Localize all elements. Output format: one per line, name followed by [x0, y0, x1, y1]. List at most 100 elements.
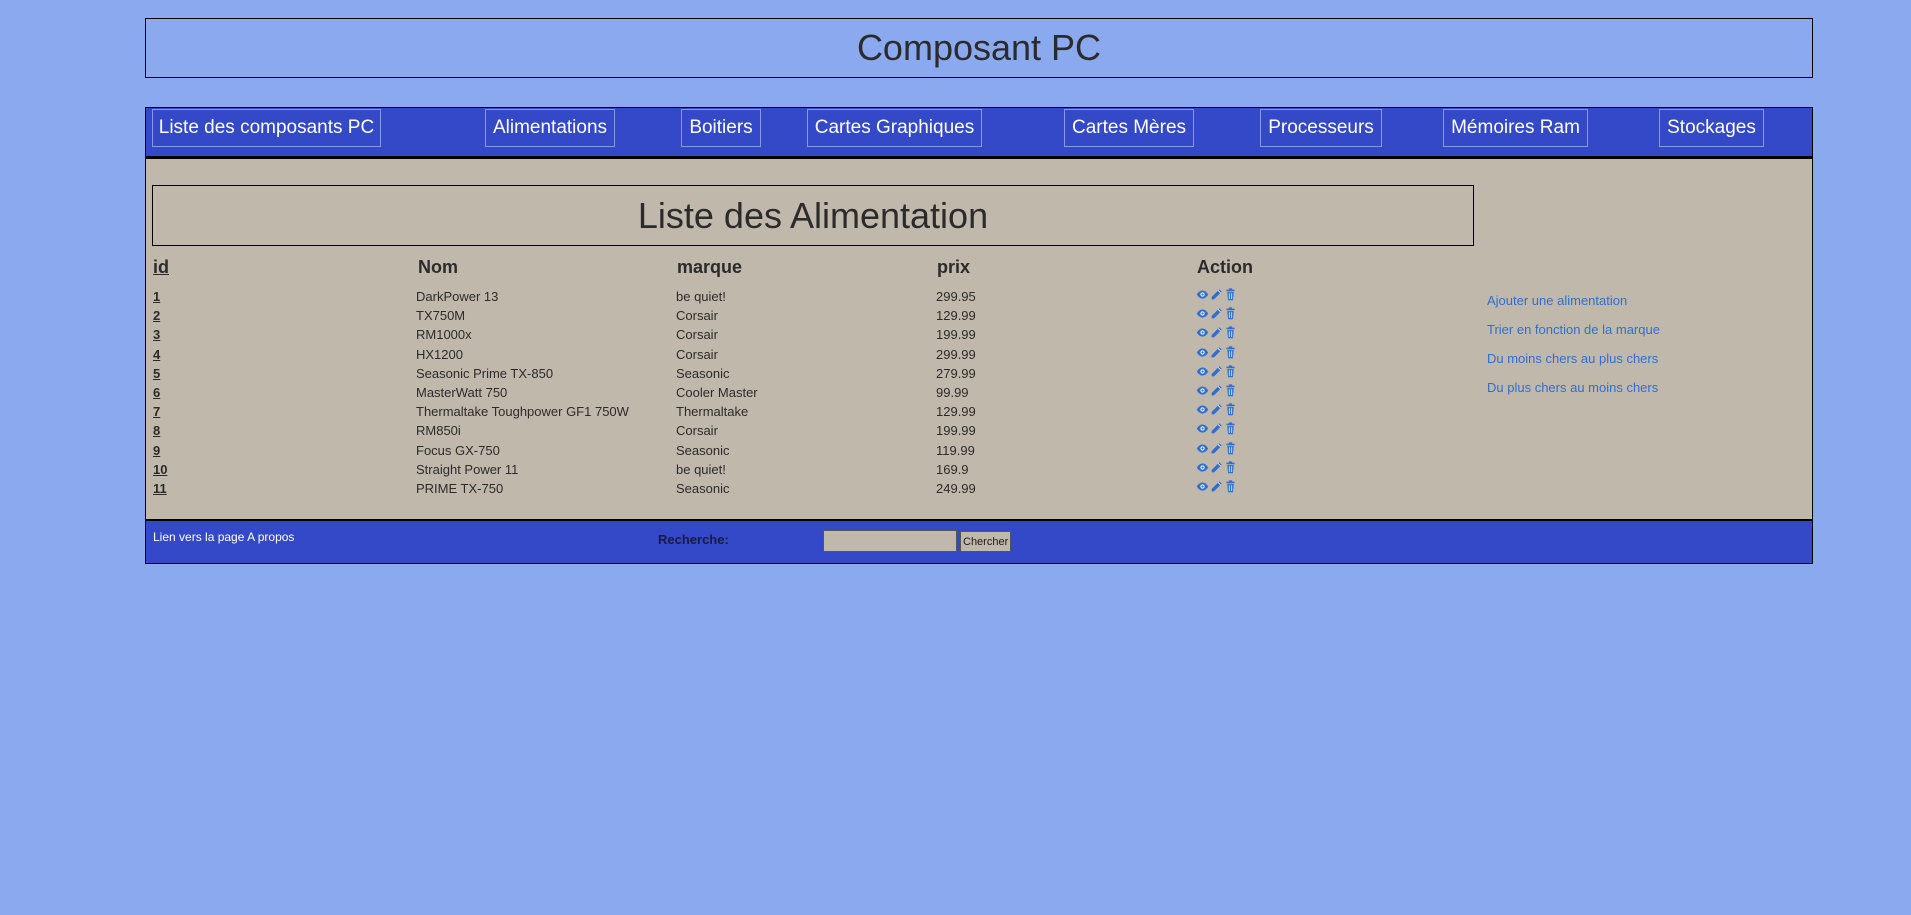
row-actions	[1196, 480, 1237, 493]
row-actions	[1196, 422, 1237, 435]
row-id-link[interactable]: 5	[153, 366, 160, 381]
trash-icon[interactable]	[1224, 365, 1237, 378]
eye-icon[interactable]	[1196, 307, 1209, 320]
row-id-link[interactable]: 10	[153, 462, 167, 477]
row-nom: TX750M	[416, 308, 466, 324]
column-header-id[interactable]: id	[153, 257, 169, 278]
trash-icon[interactable]	[1224, 480, 1237, 493]
trash-icon[interactable]	[1224, 288, 1237, 301]
row-actions	[1196, 384, 1237, 397]
row-id-link[interactable]: 9	[153, 443, 160, 458]
pencil-icon[interactable]	[1210, 461, 1223, 474]
eye-icon[interactable]	[1196, 403, 1209, 416]
about-page-link[interactable]: Lien vers la page A propos	[153, 530, 294, 544]
row-prix: 199.99	[936, 327, 976, 343]
row-prix: 99.99	[936, 385, 969, 400]
nav-item-memoires-ram[interactable]: Mémoires Ram	[1443, 109, 1588, 147]
pencil-icon[interactable]	[1210, 346, 1223, 359]
trash-icon[interactable]	[1224, 442, 1237, 455]
add-alimentation-link[interactable]: Ajouter une alimentation	[1487, 293, 1627, 308]
pencil-icon[interactable]	[1210, 442, 1223, 455]
nav-item-processeurs[interactable]: Processeurs	[1260, 109, 1382, 147]
trash-icon[interactable]	[1224, 461, 1237, 474]
row-id-link[interactable]: 2	[153, 308, 160, 323]
eye-icon[interactable]	[1196, 480, 1209, 493]
sort-by-brand-link[interactable]: Trier en fonction de la marque	[1487, 322, 1660, 337]
table-row: 6 MasterWatt 750 Cooler Master 99.99	[146, 384, 1246, 404]
row-nom: RM1000x	[416, 327, 472, 343]
sort-price-asc-link[interactable]: Du moins chers au plus chers	[1487, 351, 1658, 366]
row-marque: Corsair	[676, 327, 718, 343]
row-marque: Corsair	[676, 423, 718, 439]
search-button[interactable]: Chercher	[960, 531, 1012, 552]
sort-price-desc-link[interactable]: Du plus chers au moins chers	[1487, 380, 1658, 395]
row-id-link[interactable]: 11	[153, 481, 167, 496]
trash-icon[interactable]	[1224, 346, 1237, 359]
row-id-link[interactable]: 6	[153, 385, 160, 400]
pencil-icon[interactable]	[1210, 384, 1223, 397]
eye-icon[interactable]	[1196, 365, 1209, 378]
nav-item-cartes-meres[interactable]: Cartes Mères	[1064, 109, 1194, 147]
pencil-icon[interactable]	[1210, 326, 1223, 339]
row-prix: 199.99	[936, 423, 976, 439]
nav-item-boitiers[interactable]: Boitiers	[681, 109, 761, 147]
trash-icon[interactable]	[1224, 403, 1237, 416]
eye-icon[interactable]	[1196, 288, 1209, 301]
footer-bar: Lien vers la page A propos Recherche: Ch…	[145, 521, 1813, 564]
row-id-link[interactable]: 3	[153, 327, 160, 342]
row-prix: 129.99	[936, 404, 976, 420]
pencil-icon[interactable]	[1210, 480, 1223, 493]
eye-icon[interactable]	[1196, 422, 1209, 435]
row-nom: RM850i	[416, 423, 461, 439]
pencil-icon[interactable]	[1210, 403, 1223, 416]
column-header-action: Action	[1197, 257, 1253, 277]
row-marque: Seasonic	[676, 481, 730, 496]
row-prix: 249.99	[936, 481, 976, 496]
nav-item-cartes-graphiques[interactable]: Cartes Graphiques	[807, 109, 982, 147]
row-actions	[1196, 403, 1237, 416]
row-id-link[interactable]: 1	[153, 289, 160, 304]
row-prix: 169.9	[936, 461, 969, 477]
table-row: 8 RM850i Corsair 199.99	[146, 422, 1246, 442]
column-header-prix: prix	[937, 257, 971, 277]
nav-item-stockages[interactable]: Stockages	[1659, 109, 1764, 147]
row-marque: be quiet!	[676, 461, 726, 477]
row-id-link[interactable]: 8	[153, 423, 160, 438]
row-nom: HX1200	[416, 346, 463, 362]
row-marque: Corsair	[676, 346, 718, 362]
row-nom: Focus GX-750	[416, 442, 500, 458]
nav-item-composants[interactable]: Liste des composants PC	[152, 109, 381, 147]
row-actions	[1196, 326, 1237, 339]
trash-icon[interactable]	[1224, 307, 1237, 320]
row-prix: 129.99	[936, 308, 976, 324]
column-header-marque: marque	[677, 257, 743, 277]
content-area: Liste des Alimentation id Nom marque pri…	[145, 157, 1813, 521]
row-actions	[1196, 442, 1237, 455]
row-nom: MasterWatt 750	[416, 385, 508, 400]
search-input[interactable]	[823, 530, 957, 552]
row-actions	[1196, 307, 1237, 320]
search-label: Recherche:	[658, 532, 729, 547]
eye-icon[interactable]	[1196, 384, 1209, 397]
row-id-link[interactable]: 4	[153, 347, 160, 362]
pencil-icon[interactable]	[1210, 365, 1223, 378]
row-prix: 299.95	[936, 289, 976, 304]
eye-icon[interactable]	[1196, 326, 1209, 339]
row-prix: 119.99	[936, 442, 975, 458]
trash-icon[interactable]	[1224, 384, 1237, 397]
pencil-icon[interactable]	[1210, 422, 1223, 435]
row-id-link[interactable]: 7	[153, 404, 160, 419]
trash-icon[interactable]	[1224, 422, 1237, 435]
eye-icon[interactable]	[1196, 442, 1209, 455]
table-row: 11 PRIME TX-750 Seasonic 249.99	[146, 480, 1246, 500]
nav-item-alimentations[interactable]: Alimentations	[485, 109, 615, 147]
eye-icon[interactable]	[1196, 461, 1209, 474]
row-actions	[1196, 365, 1237, 378]
table-row: 3 RM1000x Corsair 199.99	[146, 326, 1246, 346]
trash-icon[interactable]	[1224, 326, 1237, 339]
pencil-icon[interactable]	[1210, 307, 1223, 320]
pencil-icon[interactable]	[1210, 288, 1223, 301]
row-nom: PRIME TX-750	[416, 481, 504, 496]
table-row: 9 Focus GX-750 Seasonic 119.99	[146, 442, 1246, 462]
eye-icon[interactable]	[1196, 346, 1209, 359]
